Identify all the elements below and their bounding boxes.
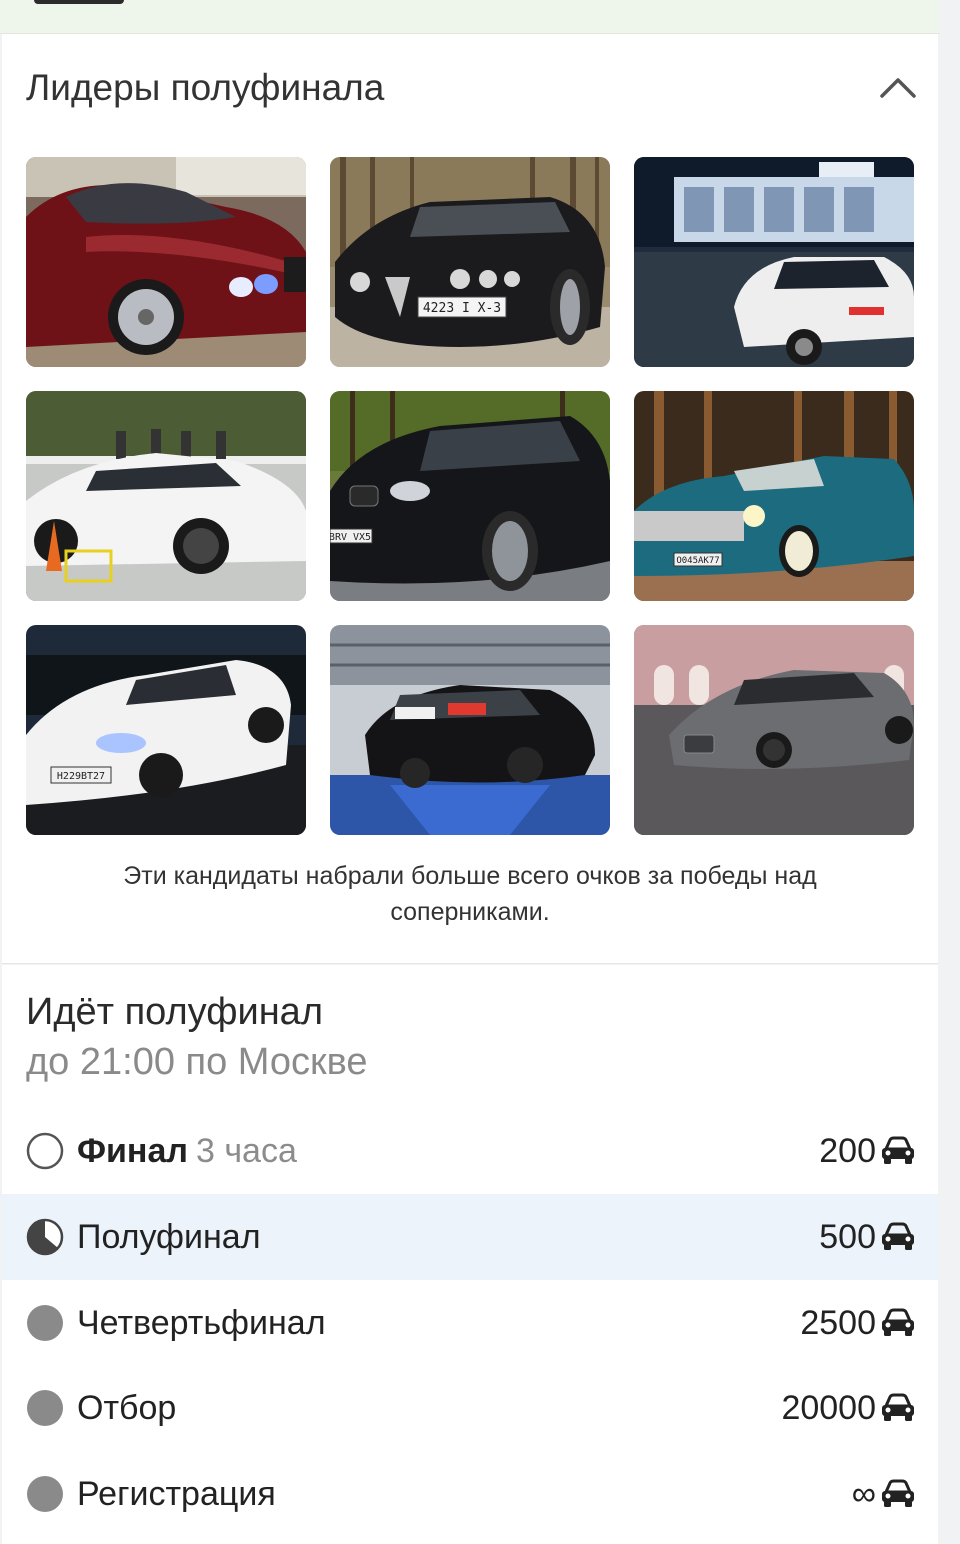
stage-row-quarterfinal[interactable]: Четвертьфинал 2500 (2, 1280, 938, 1366)
stages-deadline: до 21:00 по Москве (26, 1041, 368, 1083)
plate-text: 4223 I X-3 (423, 301, 501, 316)
leaders-caption: Эти кандидаты набрали больше всего очков… (123, 862, 817, 926)
previous-card-edge (0, 0, 940, 34)
plate-text: Н229ВТ27 (57, 771, 105, 782)
car-icon (880, 1135, 916, 1167)
stage-name: Отбор (77, 1389, 177, 1427)
stage-row-selection[interactable]: Отбор 20000 (2, 1365, 938, 1451)
page: Лидеры полуфинала 4223 I X-3 BRV VX5 О04… (0, 0, 960, 1544)
leader-photo-2[interactable]: 4223 I X-3 (330, 157, 610, 367)
stage-count: 500 (819, 1218, 876, 1256)
stage-count: 20000 (781, 1389, 876, 1427)
leader-photo-6[interactable]: О045АК77 (634, 391, 914, 601)
thumbnail-edge (34, 0, 124, 4)
plate-text: BRV VX5 (330, 532, 371, 543)
leader-photo-7[interactable]: Н229ВТ27 (26, 625, 306, 835)
plate-text: О045АК77 (676, 556, 719, 566)
stage-count: 2500 (800, 1304, 876, 1342)
car-icon (880, 1392, 916, 1424)
stage-count: 200 (819, 1132, 876, 1170)
leader-photo-1[interactable] (26, 157, 306, 367)
stage-row-registration[interactable]: Регистрация ∞ (2, 1451, 938, 1537)
car-icon (880, 1307, 916, 1339)
leader-photo-9[interactable] (634, 625, 914, 835)
leaders-title: Лидеры полуфинала (26, 67, 385, 108)
stage-label: Финал 3 часа (77, 1130, 297, 1172)
leader-photo-4[interactable] (26, 391, 306, 601)
leader-photo-8[interactable] (330, 625, 610, 835)
stage-duration: 3 часа (195, 1132, 297, 1170)
stage-upcoming-circle-icon (26, 1132, 64, 1170)
stage-row-semifinal[interactable]: Полуфинал 500 (2, 1194, 938, 1280)
car-icon (880, 1478, 916, 1510)
stages-card: Идёт полуфинал до 21:00 по Москве Финал 3… (2, 965, 938, 1544)
chevron-up-icon (880, 78, 916, 98)
collapse-button[interactable] (878, 70, 918, 106)
leaders-photo-grid: 4223 I X-3 BRV VX5 О045АК77 Н229ВТ27 (26, 157, 914, 835)
stage-count: ∞ (851, 1475, 876, 1513)
stage-name: Четвертьфинал (77, 1304, 326, 1342)
leaders-card: Лидеры полуфинала 4223 I X-3 BRV VX5 О04… (2, 34, 938, 964)
leader-photo-3[interactable] (634, 157, 914, 367)
leader-photo-5[interactable]: BRV VX5 (330, 391, 610, 601)
stage-done-circle-icon (26, 1304, 64, 1342)
stage-done-circle-icon (26, 1389, 64, 1427)
stage-done-circle-icon (26, 1475, 64, 1513)
stage-name: Регистрация (77, 1475, 276, 1513)
car-icon (880, 1221, 916, 1253)
stage-name: Финал (77, 1132, 188, 1170)
stage-in-progress-circle-icon (26, 1218, 64, 1256)
stage-row-final[interactable]: Финал 3 часа 200 (2, 1108, 938, 1194)
leaders-header: Лидеры полуфинала (26, 66, 918, 110)
stages-title: Идёт полуфинал (26, 991, 323, 1033)
stage-name: Полуфинал (77, 1218, 261, 1256)
